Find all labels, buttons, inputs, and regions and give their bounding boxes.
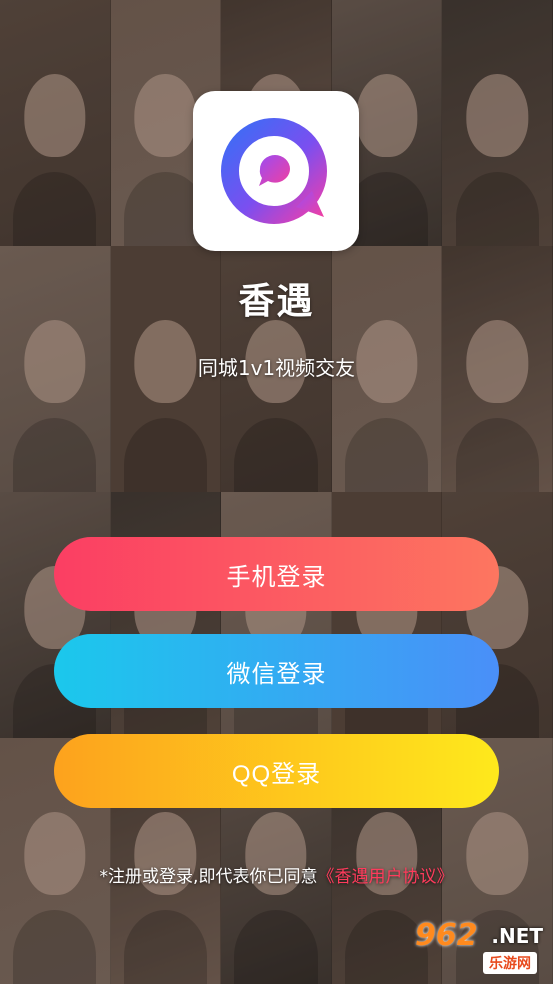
site-watermark: 962 .NET 乐游网 [409, 918, 545, 974]
chat-bubble-logo-icon [221, 118, 327, 224]
user-agreement-link[interactable]: 《香遇用户协议》 [317, 867, 453, 887]
watermark-domain: .NET [491, 924, 543, 948]
app-name: 香遇 [238, 281, 315, 322]
agreement-prefix: *注册或登录,即代表你已同意 [99, 867, 318, 887]
phone-login-button[interactable]: 手机登录 [54, 537, 499, 611]
wechat-login-button[interactable]: 微信登录 [54, 634, 499, 708]
qq-login-button[interactable]: QQ登录 [54, 734, 499, 808]
app-logo [193, 91, 359, 251]
watermark-chinese: 乐游网 [483, 952, 537, 974]
agreement-notice: *注册或登录,即代表你已同意《香遇用户协议》 [0, 862, 553, 887]
watermark-number: 962 [415, 918, 478, 953]
app-tagline: 同城1v1视频交友 [197, 356, 356, 380]
